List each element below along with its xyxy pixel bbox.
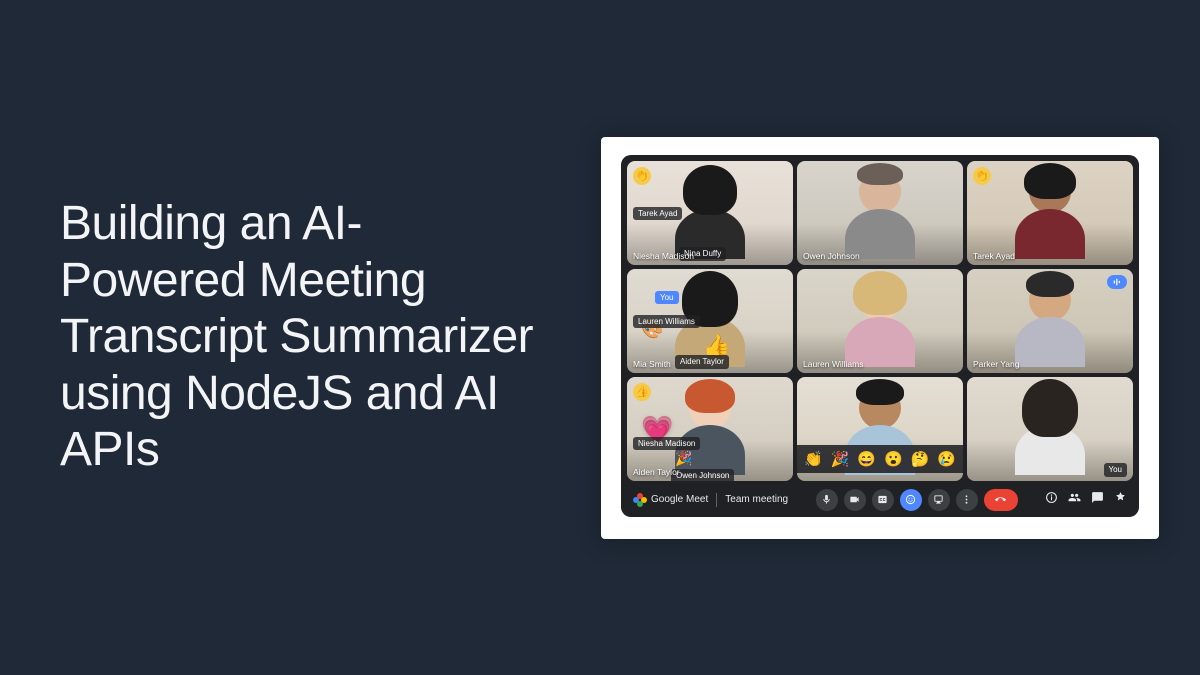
participant-name: Lauren Williams — [803, 359, 863, 369]
mic-button[interactable] — [816, 489, 838, 511]
participant-name: Tarek Ayad — [973, 251, 1015, 261]
google-meet-logo: Google Meet — [633, 493, 708, 507]
participant-name: Parker Yang — [973, 359, 1019, 369]
captions-button[interactable] — [872, 489, 894, 511]
participant-name: Niesha Madison — [633, 251, 694, 261]
more-options-button[interactable] — [956, 489, 978, 511]
meet-window: 👏 Tarek Ayad Nina Duffy Niesha Madison O… — [621, 155, 1139, 517]
info-button[interactable] — [1045, 491, 1058, 509]
participant-tile: Lauren Williams — [797, 269, 963, 373]
camera-button[interactable] — [844, 489, 866, 511]
participant-tile: 👍 💗 Niesha Madison Owen Johnson 🎉 Aiden … — [627, 377, 793, 481]
people-button[interactable] — [1068, 491, 1081, 509]
reaction-laugh-icon[interactable]: 😄 — [857, 450, 876, 468]
floating-name-pill: Lauren Williams — [633, 315, 700, 329]
meeting-name: Team meeting — [725, 494, 788, 505]
page-title: Building an AI-Powered Meeting Transcrip… — [60, 196, 540, 479]
chat-button[interactable] — [1091, 491, 1104, 509]
reaction-think-icon[interactable]: 🤔 — [911, 450, 930, 468]
reaction-sad-icon[interactable]: 😢 — [937, 450, 956, 468]
participant-tile: 👏 Tarek Ayad Nina Duffy Niesha Madison — [627, 161, 793, 265]
speaking-indicator-icon — [1107, 275, 1127, 289]
participant-name: Aiden Taylor — [633, 467, 680, 477]
present-button[interactable] — [928, 489, 950, 511]
you-pill: You — [655, 291, 679, 305]
participant-name: Mia Smith — [633, 359, 671, 369]
confetti-icon: 🎉 — [675, 450, 692, 467]
reaction-wow-icon[interactable]: 😮 — [884, 450, 903, 468]
participant-tile: Parker Yang — [967, 269, 1133, 373]
hero-image: 👏 Tarek Ayad Nina Duffy Niesha Madison O… — [560, 137, 1200, 539]
participant-tile: 🎨 You Lauren Williams 👍 Aiden Taylor Mia… — [627, 269, 793, 373]
reaction-badge: 👏 — [973, 167, 991, 185]
reaction-badge: 👍 — [633, 383, 651, 401]
reaction-badge: 👏 — [633, 167, 651, 185]
floating-name-pill: Aiden Taylor — [675, 355, 729, 369]
you-pill: You — [1104, 463, 1128, 477]
reaction-bar[interactable]: 👍 👏 🎉 😄 😮 🤔 😢 👎 — [797, 445, 963, 473]
hangup-button[interactable] — [984, 489, 1018, 511]
participant-tile: 👍 👏 🎉 😄 😮 🤔 😢 👎 — [797, 377, 963, 481]
reaction-clap-icon[interactable]: 👏 — [804, 450, 823, 468]
participant-tile: You — [967, 377, 1133, 481]
floating-name-pill: Niesha Madison — [633, 437, 700, 451]
reactions-button[interactable] — [900, 489, 922, 511]
reaction-party-icon[interactable]: 🎉 — [831, 450, 850, 468]
floating-name-pill: Owen Johnson — [671, 469, 734, 481]
participant-tile: Owen Johnson — [797, 161, 963, 265]
participant-tile: 👏 Tarek Ayad — [967, 161, 1133, 265]
activities-button[interactable] — [1114, 491, 1127, 509]
participant-name: Owen Johnson — [803, 251, 860, 261]
product-name: Google Meet — [651, 494, 708, 505]
meet-toolbar: Google Meet Team meeting — [627, 483, 1133, 513]
floating-name-pill: Tarek Ayad — [633, 207, 682, 221]
